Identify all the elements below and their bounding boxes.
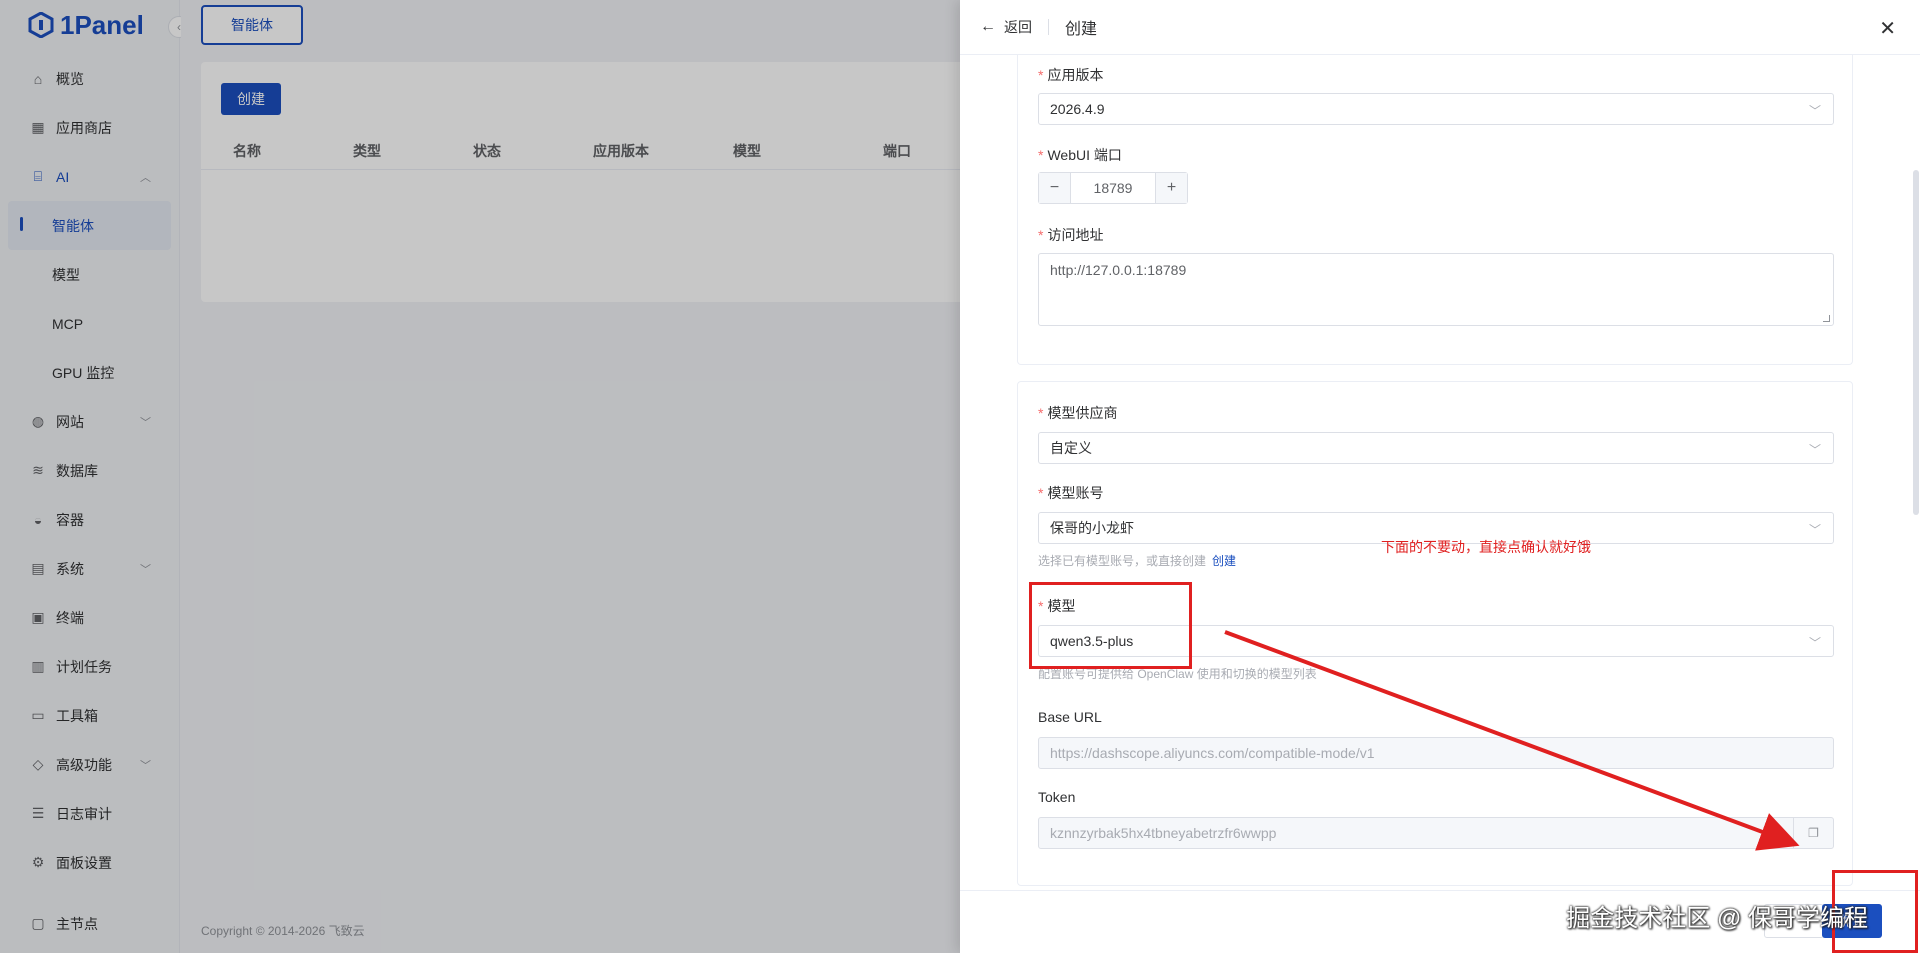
token-input: kznnzyrbak5hx4tbneyabetrzfr6wwpp ❐ [1038, 817, 1834, 849]
access-url-label: * 访问地址 [1038, 225, 1103, 245]
create-account-link[interactable]: 创建 [1212, 554, 1236, 568]
drawer-scrollbar[interactable] [1913, 170, 1919, 515]
select-value: 2026.4.9 [1050, 101, 1105, 117]
webui-port-stepper[interactable]: − 18789 + [1038, 172, 1188, 204]
chevron-down-icon: ﹀ [1808, 523, 1821, 537]
back-button[interactable]: ← 返回 [980, 17, 1032, 37]
webui-port-label: * WebUI 端口 [1038, 145, 1122, 165]
label-text: 访问地址 [1047, 227, 1104, 243]
required-mark: * [1038, 227, 1044, 243]
access-url-textarea[interactable]: http://127.0.0.1:18789 [1038, 253, 1834, 326]
copy-icon[interactable]: ❐ [1793, 818, 1833, 848]
chevron-down-icon: ﹀ [1808, 636, 1821, 650]
required-mark: * [1038, 147, 1044, 163]
required-mark: * [1038, 67, 1044, 83]
chevron-down-icon: ﹀ [1808, 104, 1821, 118]
back-label: 返回 [1004, 19, 1032, 35]
annotation-box-model [1029, 582, 1192, 669]
select-value: 自定义 [1050, 440, 1092, 456]
token-value: kznnzyrbak5hx4tbneyabetrzfr6wwpp [1050, 825, 1277, 841]
header-divider [1048, 19, 1049, 35]
create-drawer: ← 返回 创建 ✕ * 应用版本 2026.4.9 ﹀ * WebUI 端口 − 1… [960, 0, 1920, 953]
base-url-input: https://dashscope.aliyuncs.com/compatibl… [1038, 737, 1834, 769]
required-mark: * [1038, 485, 1044, 501]
account-label: * 模型账号 [1038, 483, 1103, 503]
app-version-select[interactable]: 2026.4.9 ﹀ [1038, 93, 1834, 125]
select-value: 保哥的小龙虾 [1050, 520, 1134, 536]
account-hint: 选择已有模型账号，或直接创建 创建 [1038, 552, 1236, 569]
increment-button[interactable]: + [1155, 173, 1187, 203]
token-label: Token [1038, 789, 1076, 805]
label-text: 模型账号 [1047, 485, 1104, 501]
base-url-label: Base URL [1038, 709, 1102, 725]
overlay-mask[interactable] [0, 0, 960, 953]
arrow-left-icon: ← [980, 18, 996, 35]
label-text: WebUI 端口 [1047, 147, 1122, 163]
watermark: 掘金技术社区 @ 保哥学编程 [1566, 905, 1868, 932]
label-text: 应用版本 [1047, 67, 1104, 83]
app-config-section: * 应用版本 2026.4.9 ﹀ * WebUI 端口 − 18789 + * 访问… [1017, 55, 1853, 365]
hint-text: 选择已有模型账号，或直接创建 [1038, 554, 1207, 568]
close-icon[interactable]: ✕ [1879, 16, 1896, 41]
annotation-text: 下面的不要动，直接点确认就好饿 [1381, 539, 1591, 555]
chevron-down-icon: ﹀ [1808, 443, 1821, 457]
provider-label: * 模型供应商 [1038, 403, 1117, 423]
label-text: 模型供应商 [1047, 405, 1118, 421]
app-version-label: * 应用版本 [1038, 65, 1103, 85]
decrement-button[interactable]: − [1039, 173, 1071, 203]
provider-select[interactable]: 自定义 ﹀ [1038, 432, 1834, 464]
drawer-header: ← 返回 创建 ✕ [960, 0, 1920, 55]
required-mark: * [1038, 405, 1044, 421]
port-value[interactable]: 18789 [1071, 173, 1155, 203]
drawer-title: 创建 [1065, 21, 1098, 38]
